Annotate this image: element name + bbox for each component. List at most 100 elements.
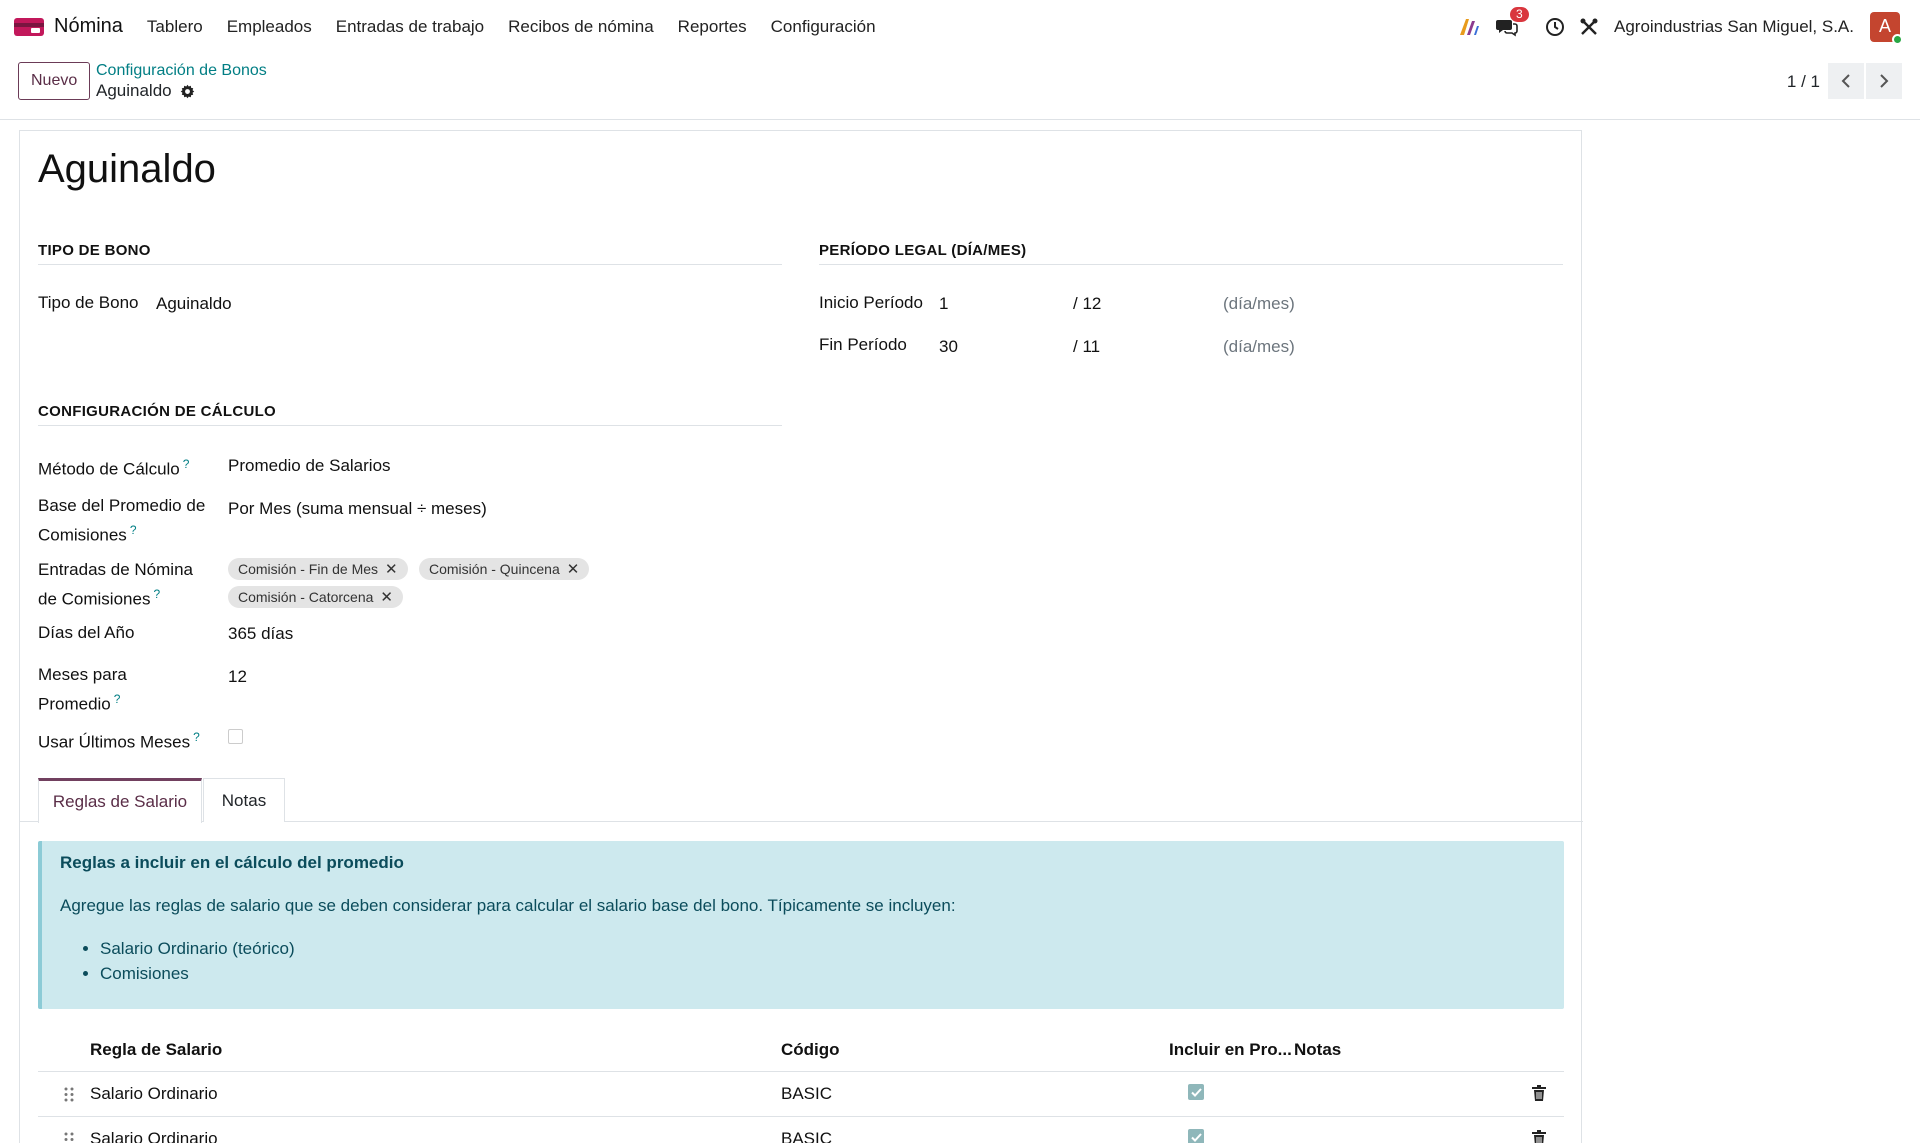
meses-para-promedio-field[interactable]: 12 — [228, 665, 247, 689]
base-promedio-comisiones-field[interactable]: Por Mes (suma mensual ÷ meses) — [228, 497, 487, 521]
remove-tag-icon[interactable]: ✕ — [380, 588, 393, 606]
gear-icon[interactable] — [180, 84, 195, 99]
debug-tools-icon[interactable] — [1578, 16, 1600, 38]
inicio-periodo-day-field[interactable]: 1 — [939, 292, 948, 316]
check-icon — [1190, 1087, 1202, 1097]
menu-reportes[interactable]: Reportes — [678, 17, 747, 37]
column-header-codigo[interactable]: Código — [781, 1040, 840, 1060]
online-status-icon — [1892, 33, 1903, 45]
user-avatar[interactable]: A — [1870, 11, 1903, 45]
avatar-letter: A — [1878, 16, 1891, 36]
inicio-periodo-month-field[interactable]: / 12 — [1073, 292, 1101, 316]
inicio-periodo-unit-hint: (día/mes) — [1223, 294, 1295, 313]
fin-periodo-unit-hint: (día/mes) — [1223, 337, 1295, 356]
activity-clock-icon[interactable] — [1544, 16, 1566, 38]
menu-recibos-de-nomina[interactable]: Recibos de nómina — [508, 17, 654, 37]
ai-assistant-icon[interactable] — [1458, 16, 1480, 38]
metodo-de-calculo-field[interactable]: Promedio de Salarios — [228, 454, 391, 478]
menu-configuracion[interactable]: Configuración — [771, 17, 876, 37]
alert-list-item: Salario Ordinario (teórico) — [100, 936, 295, 961]
tag-label: Comisión - Catorcena — [238, 589, 374, 605]
top-navbar: Nómina Tablero Empleados Entradas de tra… — [0, 0, 1920, 53]
cell-codigo: BASIC — [781, 1084, 833, 1103]
alert-text: Agregue las reglas de salario que se deb… — [60, 896, 956, 915]
column-header-notas[interactable]: Notas — [1294, 1040, 1341, 1060]
chevron-right-icon — [1880, 74, 1889, 88]
messages-icon[interactable]: 3 — [1495, 6, 1529, 38]
drag-handle-icon[interactable] — [64, 1087, 74, 1102]
form-sheet: Aguinaldo TIPO DE BONO Tipo de Bono Agui… — [19, 130, 1583, 1143]
meses-label-line2: Promedio — [38, 694, 111, 714]
help-tooltip-icon[interactable]: ? — [153, 587, 160, 601]
breadcrumb-current: Aguinaldo — [96, 81, 195, 101]
menu-empleados[interactable]: Empleados — [227, 17, 312, 37]
tab-notas[interactable]: Notas — [203, 778, 285, 822]
tag-comision-quincena: Comisión - Quincena ✕ — [419, 558, 590, 580]
cell-regla[interactable]: Salario Ordinario — [90, 1129, 218, 1143]
cell-codigo: BASIC — [781, 1129, 833, 1143]
column-header-regla[interactable]: Regla de Salario — [90, 1040, 222, 1060]
cell-regla[interactable]: Salario Ordinario — [90, 1084, 218, 1104]
control-panel: Nuevo Configuración de Bonos Aguinaldo 1… — [0, 53, 1920, 120]
base-promedio-label-line1: Base del Promedio de — [38, 496, 206, 515]
usar-ultimos-meses-checkbox[interactable] — [228, 729, 243, 744]
check-icon — [1190, 1132, 1202, 1142]
breadcrumb-current-label: Aguinaldo — [96, 81, 172, 100]
pager-next-button[interactable] — [1866, 63, 1902, 99]
company-switcher[interactable]: Agroindustrias San Miguel, S.A. — [1614, 17, 1854, 37]
help-tooltip-icon[interactable]: ? — [130, 523, 137, 537]
tab-reglas-de-salario[interactable]: Reglas de Salario — [38, 778, 202, 823]
help-tooltip-icon[interactable]: ? — [193, 730, 200, 744]
drag-handle-icon[interactable] — [64, 1132, 74, 1143]
tipo-de-bono-field[interactable]: Aguinaldo — [156, 292, 232, 316]
usar-ultimos-meses-label: Usar Últimos Meses? — [38, 725, 200, 755]
incluir-checkbox[interactable] — [1188, 1129, 1204, 1143]
fin-periodo-month-field[interactable]: / 11 — [1073, 335, 1100, 359]
app-logo-icon[interactable] — [14, 16, 44, 38]
metodo-de-calculo-label: Método de Cálculo? — [38, 452, 189, 482]
help-tooltip-icon[interactable]: ? — [114, 692, 121, 706]
pager-value[interactable]: 1 / 1 — [1787, 72, 1820, 92]
info-alert: Reglas a incluir en el cálculo del prome… — [38, 841, 1564, 1009]
tipo-de-bono-label: Tipo de Bono — [38, 293, 139, 312]
base-promedio-comisiones-label: Base del Promedio de Comisiones? — [38, 494, 205, 548]
help-tooltip-icon[interactable]: ? — [183, 457, 190, 471]
meses-label-line1: Meses para — [38, 665, 127, 684]
section-tipo-de-bono: TIPO DE BONO — [38, 242, 782, 265]
record-title[interactable]: Aguinaldo — [38, 147, 216, 192]
chevron-left-icon — [1841, 74, 1850, 88]
tag-comision-catorcena: Comisión - Catorcena ✕ — [228, 586, 403, 608]
trash-icon[interactable] — [1532, 1085, 1546, 1101]
entradas-nomina-comisiones-label: Entradas de Nómina de Comisiones? — [38, 558, 193, 612]
app-name[interactable]: Nómina — [54, 15, 123, 38]
new-button[interactable]: Nuevo — [18, 62, 91, 100]
entradas-label-line1: Entradas de Nómina — [38, 560, 193, 579]
remove-tag-icon[interactable]: ✕ — [567, 560, 580, 578]
entradas-label-line2: de Comisiones — [38, 589, 151, 609]
menu-entradas-de-trabajo[interactable]: Entradas de trabajo — [336, 17, 484, 37]
table-row[interactable]: Salario Ordinario BASIC — [38, 1117, 1564, 1143]
fin-periodo-day-field[interactable]: 30 — [939, 335, 958, 359]
breadcrumb-parent-link[interactable]: Configuración de Bonos — [96, 62, 267, 80]
dias-del-ano-field[interactable]: 365 días — [228, 622, 293, 646]
inicio-periodo-label: Inicio Período — [819, 293, 923, 312]
usar-ultimos-meses-text: Usar Últimos Meses — [38, 732, 191, 752]
alert-title: Reglas a incluir en el cálculo del prome… — [60, 853, 404, 872]
alert-list-item: Comisiones — [100, 961, 295, 986]
tag-label: Comisión - Fin de Mes — [238, 561, 379, 577]
navbar-systray: 3 Agroindustrias San Miguel, S.A. A — [1446, 0, 1903, 53]
alert-list: Salario Ordinario (teórico) Comisiones — [100, 936, 295, 986]
table-row[interactable]: Salario Ordinario BASIC — [38, 1072, 1564, 1117]
remove-tag-icon[interactable]: ✕ — [385, 560, 398, 578]
column-header-incluir[interactable]: Incluir en Pro... — [1169, 1040, 1292, 1060]
section-periodo-legal: PERÍODO LEGAL (DÍA/MES) — [819, 242, 1563, 265]
base-promedio-label-line2: Comisiones — [38, 525, 127, 545]
metodo-de-calculo-text: Método de Cálculo — [38, 459, 180, 479]
incluir-checkbox[interactable] — [1188, 1084, 1204, 1100]
section-configuracion-de-calculo: CONFIGURACIÓN DE CÁLCULO — [38, 403, 782, 426]
tag-label: Comisión - Quincena — [429, 561, 560, 577]
menu-tablero[interactable]: Tablero — [147, 17, 203, 37]
pager-previous-button[interactable] — [1828, 63, 1864, 99]
dias-del-ano-label: Días del Año — [38, 623, 135, 642]
trash-icon[interactable] — [1532, 1130, 1546, 1143]
